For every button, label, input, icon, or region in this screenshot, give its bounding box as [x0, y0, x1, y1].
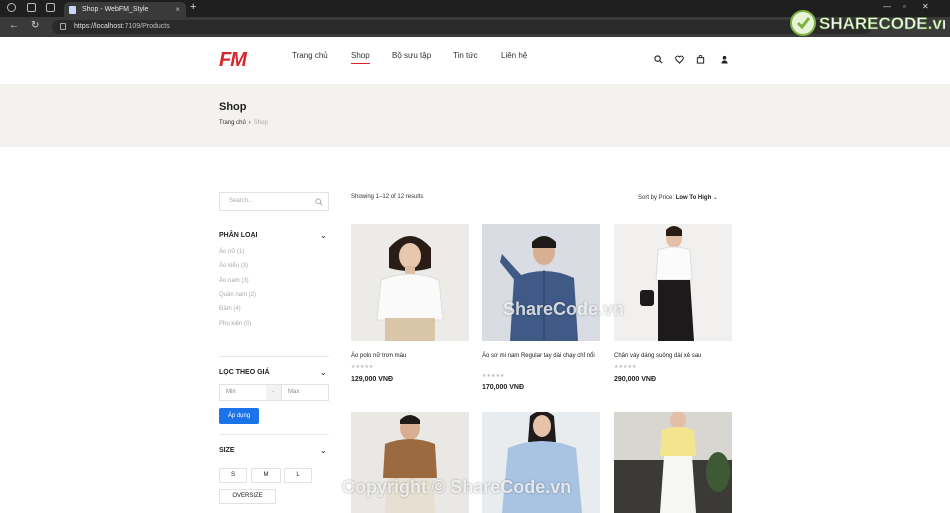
product-image[interactable]: [614, 224, 732, 341]
breadcrumb-current: Shop: [253, 120, 268, 126]
site-logo[interactable]: FM: [219, 49, 247, 72]
workspaces-icon[interactable]: [27, 3, 36, 12]
nav-item-collection[interactable]: Bộ sưu tập: [392, 51, 431, 60]
size-option-m[interactable]: M: [251, 468, 281, 483]
sort-value: Low To High: [675, 195, 712, 201]
tab-actions-icon[interactable]: [46, 3, 55, 12]
category-item[interactable]: Áo kiểu (3): [219, 263, 248, 269]
chevron-down-icon: ⌄: [712, 195, 718, 201]
product-rating: ★★★★★: [614, 364, 637, 370]
reload-icon[interactable]: ↻: [31, 20, 39, 31]
new-tab-button[interactable]: +: [190, 1, 196, 13]
lock-icon: [60, 23, 66, 30]
page-title: Shop: [219, 101, 247, 113]
product-image[interactable]: [351, 224, 469, 341]
breadcrumb: Trang chủ › Shop: [219, 120, 268, 126]
sort-label: Sort by Price:: [638, 195, 675, 201]
size-option-oversize[interactable]: OVERSIZE: [219, 489, 276, 504]
sidebar-divider: [219, 356, 329, 357]
price-min-input[interactable]: Min: [219, 384, 267, 401]
category-title: PHÂN LOẠI: [219, 232, 258, 239]
chevron-down-icon[interactable]: ⌄: [320, 446, 327, 455]
price-range-separator: -: [266, 384, 281, 401]
url-host: https://localhost: [74, 23, 123, 30]
product-price: 129,000 VNĐ: [351, 376, 394, 383]
category-item[interactable]: Quần nam (2): [219, 292, 256, 298]
search-icon[interactable]: [654, 55, 663, 64]
category-item[interactable]: Áo nữ (1): [219, 249, 244, 255]
nav-item-news[interactable]: Tin tức: [453, 51, 478, 60]
page-hero: Shop Trang chủ › Shop: [0, 84, 950, 147]
user-icon[interactable]: [720, 55, 729, 64]
apply-price-button[interactable]: Áp dụng: [219, 408, 259, 424]
page-favicon-icon: [69, 6, 76, 14]
price-max-placeholder: Max: [288, 389, 300, 395]
product-rating: ★★★★★: [482, 373, 505, 379]
product-image[interactable]: [614, 412, 732, 513]
breadcrumb-home[interactable]: Trang chủ: [219, 120, 246, 126]
search-input[interactable]: Search...: [219, 192, 329, 211]
nav-item-shop[interactable]: Shop: [351, 51, 370, 64]
sort-dropdown[interactable]: Sort by Price: Low To High ⌄: [638, 194, 718, 201]
sidebar-divider: [219, 434, 329, 435]
url-path: :7109/Products: [122, 23, 170, 30]
price-min-placeholder: Min: [226, 389, 236, 395]
close-tab-icon[interactable]: ×: [175, 2, 180, 17]
price-max-input[interactable]: Max: [281, 384, 329, 401]
product-price: 290,000 VNĐ: [614, 376, 657, 383]
category-item[interactable]: Phụ kiện (0): [219, 321, 251, 327]
category-item[interactable]: Đầm (4): [219, 306, 241, 312]
copyright-watermark: Copyright © ShareCode.vn: [342, 477, 572, 497]
sharecode-logo: SHARECODE.vn: [790, 8, 950, 43]
breadcrumb-separator-icon: ›: [248, 120, 251, 126]
profile-icon[interactable]: [7, 3, 16, 12]
product-price: 170,000 VNĐ: [482, 384, 525, 391]
search-submit-icon[interactable]: [315, 198, 323, 206]
chevron-down-icon[interactable]: ⌄: [320, 231, 327, 240]
nav-item-contact[interactable]: Liên hệ: [501, 51, 527, 60]
product-name[interactable]: Chân váy dáng suông dài xẻ sau: [614, 353, 732, 360]
product-name[interactable]: Áo sơ mi nam Regular tay dài chạy chỉ nổ…: [482, 353, 600, 360]
back-icon[interactable]: ←: [9, 20, 19, 31]
search-placeholder: Search...: [229, 198, 254, 204]
url-field[interactable]: https://localhost:7109/Products: [52, 20, 872, 34]
website: FM Trang chủ Shop Bộ sưu tập Tin tức Liê…: [0, 37, 950, 513]
size-option-s[interactable]: S: [219, 468, 247, 483]
sharecode-logo-text: SHARECODE.vn: [819, 14, 945, 33]
browser-tab[interactable]: Shop - WebFM_Style ×: [64, 2, 186, 17]
chevron-down-icon[interactable]: ⌄: [320, 368, 327, 377]
results-count: Showing 1–12 of 12 results: [351, 194, 424, 200]
heart-icon[interactable]: [675, 55, 684, 64]
cart-icon[interactable]: [696, 55, 705, 64]
sharecode-watermark: ShareCode.vn: [503, 299, 625, 319]
product-image[interactable]: [482, 224, 600, 341]
size-option-l[interactable]: L: [284, 468, 312, 483]
product-rating: ★★★★★: [351, 364, 374, 370]
nav-item-home[interactable]: Trang chủ: [292, 51, 328, 60]
tab-title: Shop - WebFM_Style: [82, 6, 149, 13]
product-name[interactable]: Áo polo nữ trơn màu: [351, 353, 469, 360]
price-filter-title: LỌC THEO GIÁ: [219, 369, 270, 376]
category-item[interactable]: Áo nam (3): [219, 278, 249, 284]
size-filter-title: SIZE: [219, 447, 235, 454]
